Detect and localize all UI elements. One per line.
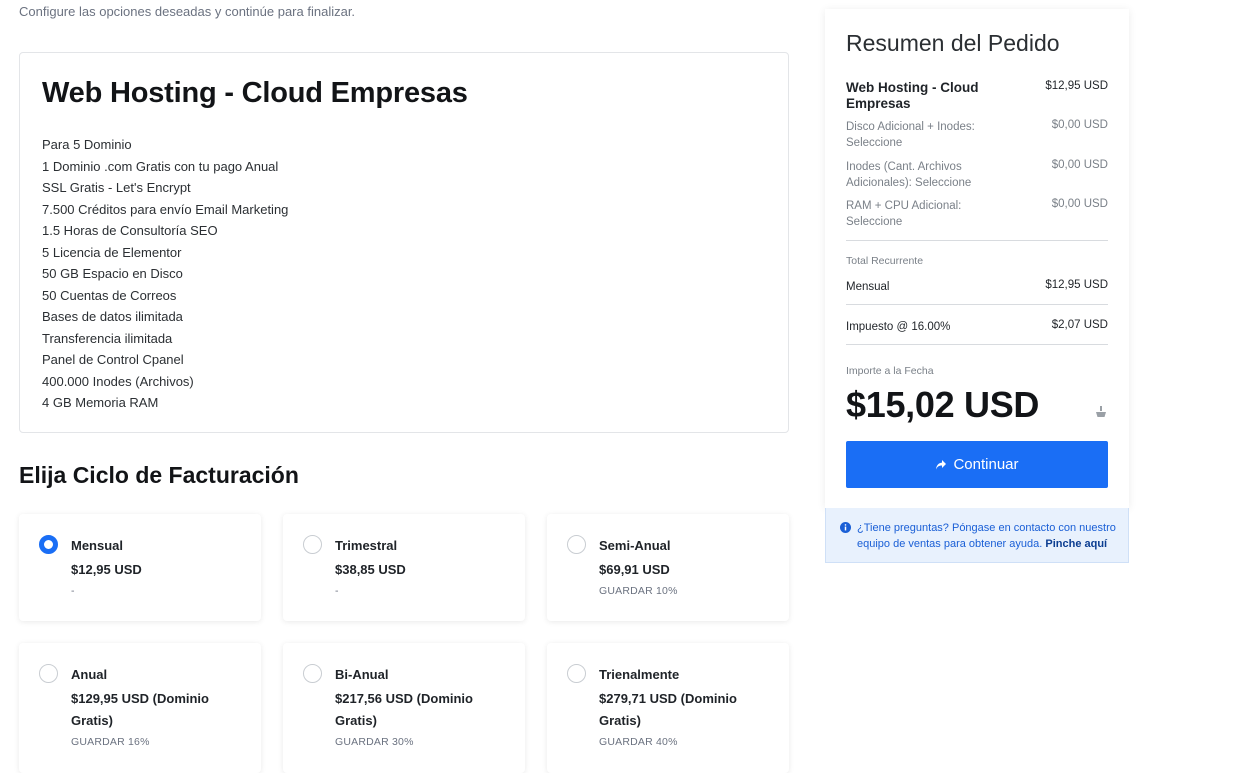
cycle-saving: GUARDAR 30% [335, 736, 414, 748]
continue-label: Continuar [953, 456, 1019, 473]
cycle-name: Trienalmente [599, 667, 680, 682]
cycle-name: Bi-Anual [335, 667, 389, 682]
billing-cycle-title: Elija Ciclo de Facturación [19, 462, 299, 488]
cycle-price: $279,71 USD (Dominio Gratis) [599, 691, 737, 728]
radio-button[interactable] [303, 535, 322, 554]
due-total: $15,02 USD [846, 384, 1040, 425]
feature-item: 4 GB Memoria RAM [42, 395, 159, 410]
cycle-price: $38,85 USD [335, 562, 406, 577]
summary-option-line: RAM + CPU Adicional: Seleccione $0,00 US… [846, 198, 1108, 230]
intro-text: Configure las opciones deseadas y contin… [19, 4, 356, 19]
cart-icon[interactable] [1095, 405, 1107, 419]
summary-title: Resumen del Pedido [846, 30, 1060, 56]
divider [846, 304, 1108, 305]
summary-option-line: Inodes (Cant. Archivos Adicionales): Sel… [846, 159, 1108, 191]
cycle-option-mensual[interactable]: Mensual $12,95 USD - [19, 514, 261, 621]
option-label: RAM + CPU Adicional: Seleccione [846, 200, 962, 228]
recurring-caption: Total Recurrente [846, 255, 924, 267]
radio-button[interactable] [39, 664, 58, 683]
option-value: $0,00 USD [1051, 198, 1108, 210]
cycle-option-trienalmente[interactable]: Trienalmente $279,71 USD (Dominio Gratis… [547, 643, 789, 773]
recurring-label: Mensual [846, 281, 890, 293]
feature-item: Bases de datos ilimitada [42, 309, 183, 324]
divider [846, 240, 1108, 241]
cycle-saving: GUARDAR 16% [71, 736, 150, 748]
summary-product-name: Web Hosting - Cloud Empresas [846, 80, 979, 111]
feature-item: SSL Gratis - Let's Encrypt [42, 180, 191, 195]
cycle-price: $129,95 USD (Dominio Gratis) [71, 691, 209, 728]
help-link[interactable]: Pinche aquí [1045, 538, 1107, 550]
option-label: Disco Adicional + Inodes: Seleccione [846, 121, 975, 149]
order-summary: Resumen del Pedido Web Hosting - Cloud E… [825, 9, 1129, 508]
cycle-option-trimestral[interactable]: Trimestral $38,85 USD - [283, 514, 525, 621]
feature-item: 7.500 Créditos para envío Email Marketin… [42, 201, 289, 217]
cycle-price: $12,95 USD [71, 562, 142, 577]
feature-item: 50 GB Espacio en Disco [42, 266, 183, 281]
feature-item: Panel de Control Cpanel [42, 352, 184, 367]
recurring-line: Mensual $12,95 USD [846, 279, 1108, 295]
radio-button[interactable] [303, 664, 322, 683]
option-value: $0,00 USD [1051, 159, 1108, 171]
summary-product-line: Web Hosting - Cloud Empresas $12,95 USD [846, 80, 1108, 112]
help-box: ¿Tiene preguntas? Póngase en contacto co… [825, 508, 1129, 563]
product-card: Web Hosting - Cloud Empresas Para 5 Domi… [19, 52, 789, 433]
radio-button[interactable] [567, 535, 586, 554]
summary-product-price: $12,95 USD [1045, 80, 1108, 92]
cycle-name: Anual [71, 667, 108, 682]
option-label: Inodes (Cant. Archivos Adicionales): Sel… [846, 161, 972, 189]
feature-item: 400.000 Inodes (Archivos) [42, 373, 194, 389]
cycle-option-bi-anual[interactable]: Bi-Anual $217,56 USD (Dominio Gratis) GU… [283, 643, 525, 773]
due-caption: Importe a la Fecha [846, 365, 934, 377]
radio-button[interactable] [567, 664, 586, 683]
cycle-option-semi-anual[interactable]: Semi-Anual $69,91 USD GUARDAR 10% [547, 514, 789, 621]
radio-button[interactable] [39, 535, 58, 554]
option-value: $0,00 USD [1051, 119, 1108, 131]
feature-item: 5 Licencia de Elementor [42, 244, 182, 260]
feature-item: 1 Dominio .com Gratis con tu pago Anual [42, 158, 279, 174]
tax-value: $2,07 USD [1051, 319, 1108, 331]
feature-item: Transferencia ilimitada [42, 330, 173, 346]
cycle-saving: GUARDAR 10% [599, 585, 678, 597]
cycle-saving: - [71, 585, 75, 597]
tax-line: Impuesto @ 16.00% $2,07 USD [846, 319, 1108, 335]
tax-label: Impuesto @ 16.00% [846, 321, 951, 333]
feature-item: Para 5 Dominio [42, 137, 132, 152]
cycle-name: Trimestral [335, 538, 398, 553]
feature-list: Para 5 Dominio 1 Dominio .com Gratis con… [42, 134, 288, 414]
cycle-price: $217,56 USD (Dominio Gratis) [335, 691, 473, 728]
divider [846, 344, 1108, 345]
cycle-price: $69,91 USD [599, 562, 670, 577]
cycle-name: Semi-Anual [599, 538, 671, 553]
feature-item: 50 Cuentas de Correos [42, 287, 177, 303]
summary-option-line: Disco Adicional + Inodes: Seleccione $0,… [846, 119, 1108, 151]
info-icon [840, 522, 851, 533]
cycle-saving: - [335, 585, 339, 597]
feature-item: 1.5 Horas de Consultoría SEO [42, 223, 218, 238]
arrow-forward-icon [936, 459, 947, 469]
cycle-option-anual[interactable]: Anual $129,95 USD (Dominio Gratis) GUARD… [19, 643, 261, 773]
cycle-name: Mensual [71, 538, 124, 553]
recurring-value: $12,95 USD [1045, 279, 1108, 291]
continue-button[interactable]: Continuar [846, 441, 1108, 488]
product-title: Web Hosting - Cloud Empresas [42, 77, 468, 109]
help-text: ¿Tiene preguntas? Póngase en contacto co… [857, 520, 1119, 552]
cycle-saving: GUARDAR 40% [599, 736, 678, 748]
billing-cycle-grid: Mensual $12,95 USD - Trimestral $38,85 U… [19, 514, 789, 773]
